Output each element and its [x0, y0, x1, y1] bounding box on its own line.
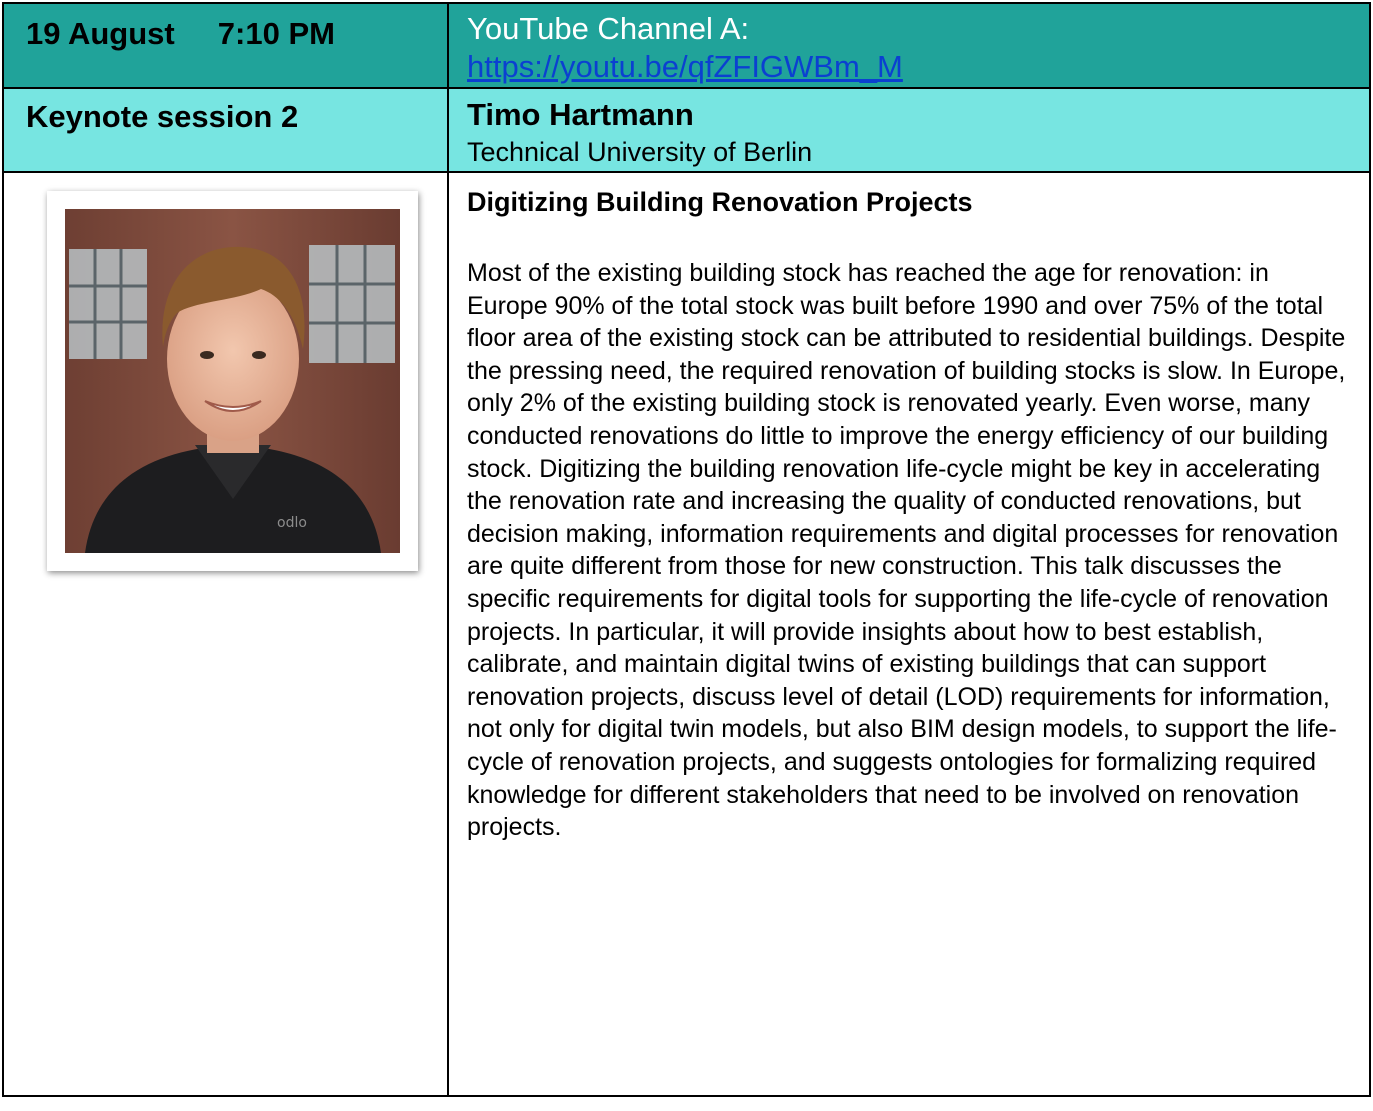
speaker-name: Timo Hartmann — [467, 97, 694, 132]
svg-text:odlo: odlo — [277, 515, 307, 531]
date-time: 19 August 7:10 PM — [4, 4, 447, 52]
speaker-affiliation: Technical University of Berlin — [467, 137, 813, 167]
session-table: 19 August 7:10 PM YouTube Channel A: htt… — [2, 2, 1371, 1097]
channel-label: YouTube Channel A: — [467, 11, 750, 46]
channel-cell: YouTube Channel A: https://youtu.be/qfZF… — [447, 2, 1371, 89]
date-time-cell: 19 August 7:10 PM — [2, 2, 449, 89]
session-time: 7:10 PM — [217, 16, 335, 51]
channel-link[interactable]: https://youtu.be/qfZFIGWBm_M — [467, 48, 903, 86]
session-date: 19 August — [26, 16, 175, 51]
speaker-photo-frame: odlo — [47, 191, 418, 571]
session-row: Keynote session 2 Timo Hartmann Technica… — [2, 87, 1371, 173]
session-cell: Keynote session 2 — [2, 87, 449, 173]
talk-abstract: Most of the existing building stock has … — [467, 259, 1346, 842]
session-name: Keynote session 2 — [26, 99, 299, 134]
channel-info: YouTube Channel A: https://youtu.be/qfZF… — [449, 4, 1369, 86]
speaker-portrait-image: odlo — [65, 209, 400, 553]
photo-cell: odlo — [2, 171, 449, 1097]
talk-title: Digitizing Building Renovation Projects — [467, 187, 973, 217]
talk-cell: Digitizing Building Renovation Projects … — [447, 171, 1371, 1097]
speaker-photo: odlo — [65, 209, 400, 553]
content-row: odlo Digitizing Building Renovation Proj… — [2, 171, 1371, 1097]
speaker-cell: Timo Hartmann Technical University of Be… — [447, 87, 1371, 173]
header-row: 19 August 7:10 PM YouTube Channel A: htt… — [2, 2, 1371, 89]
